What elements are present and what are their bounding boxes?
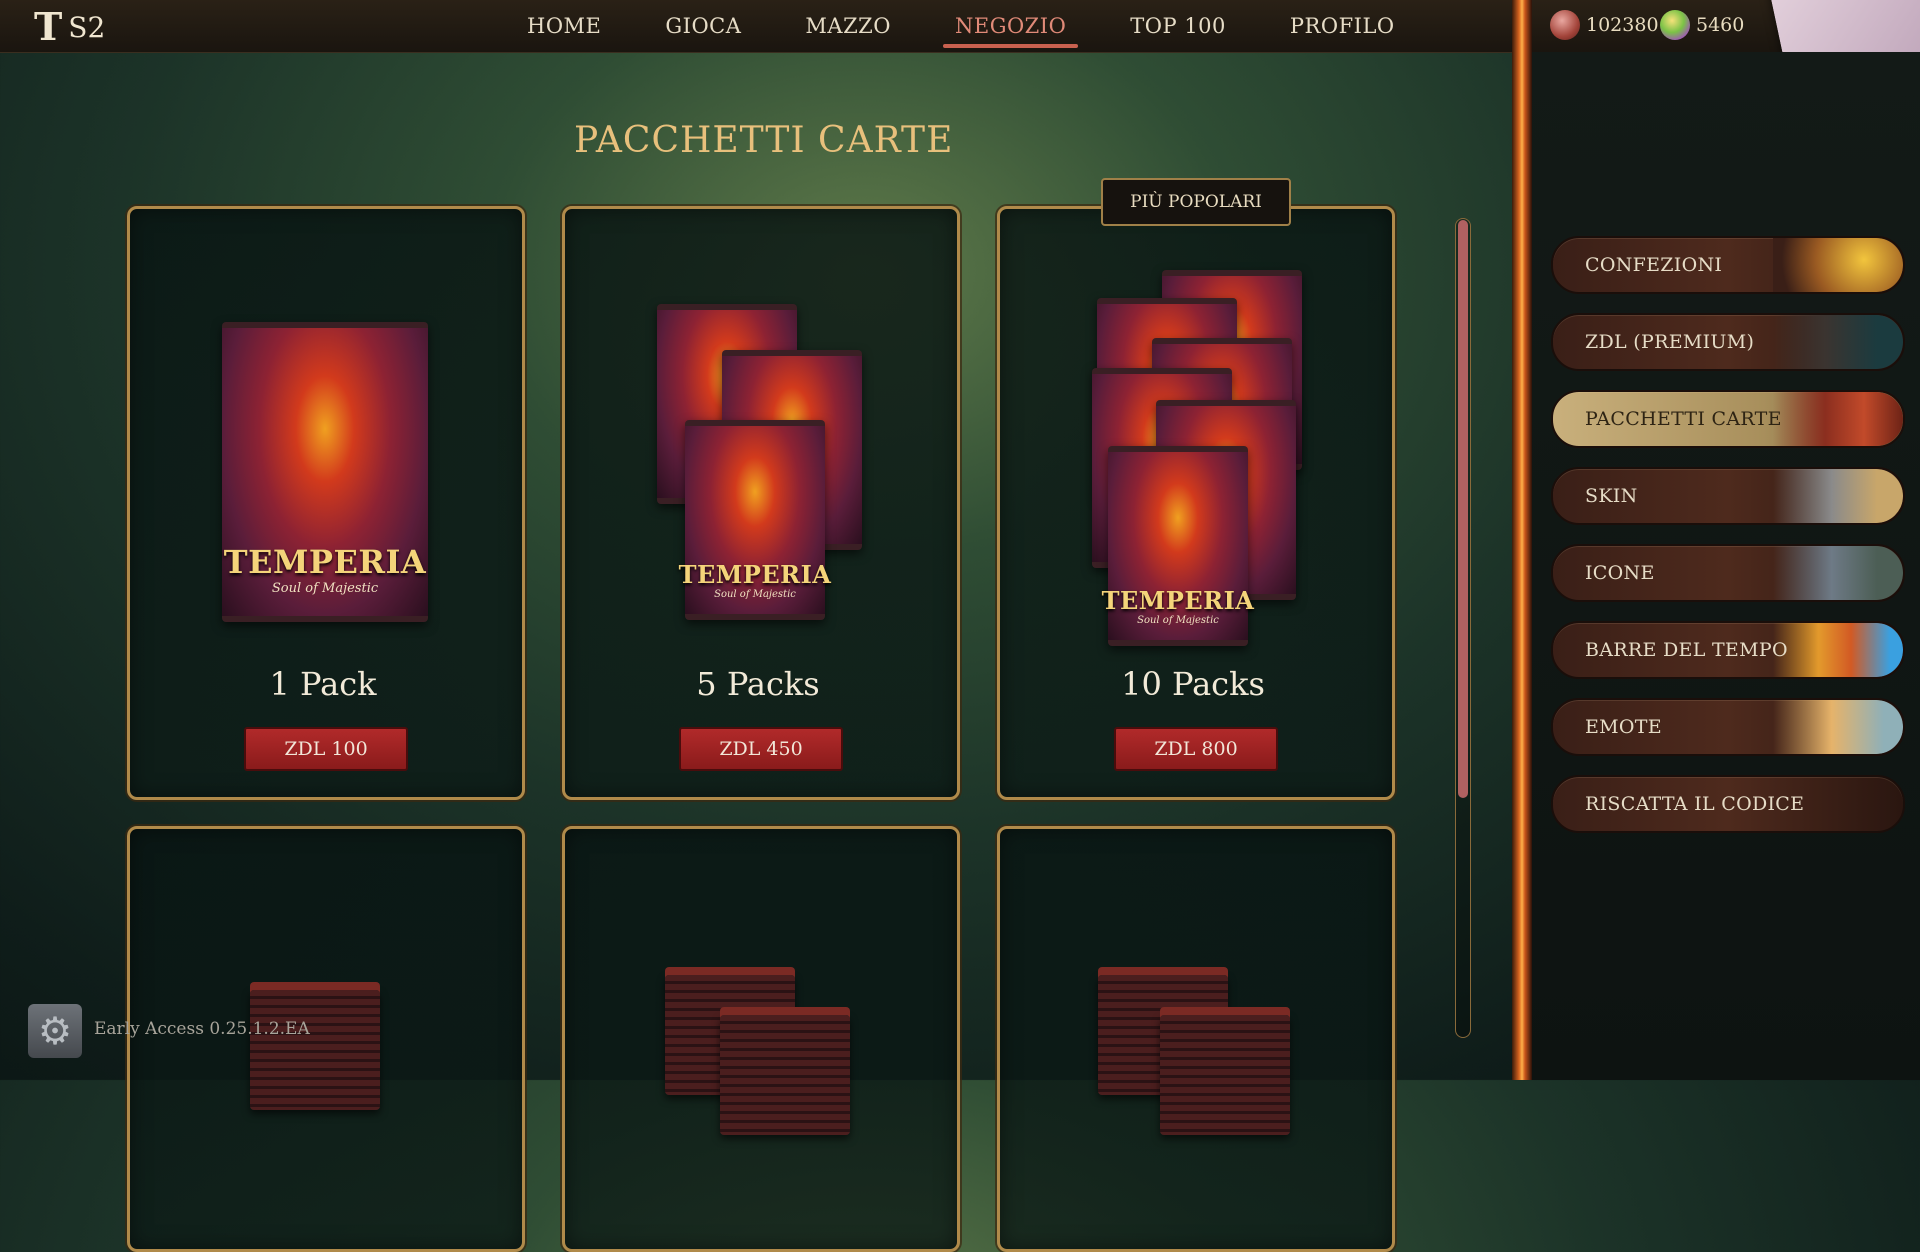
sidebar-item-pacchetti-carte[interactable]: PACCHETTI CARTE [1551,390,1905,448]
card-pack-art: TEMPERIA Soul of Majestic [1102,446,1254,646]
nav-mazzo[interactable]: MAZZO [773,0,923,52]
premium-thumbnail [1773,315,1903,369]
gold-currency: 102380 [1550,10,1659,40]
game-logo: T S2 [34,8,105,46]
icons-thumbnail [1773,546,1903,600]
nav-top100[interactable]: TOP 100 [1098,0,1258,52]
emote-thumbnail [1773,700,1903,754]
sidebar-item-label: RISCATTA IL CODICE [1585,793,1805,815]
pack-subtitle: Soul of Majestic [1137,615,1219,626]
offer-name: 5 Packs [696,665,820,703]
card-pack-art: TEMPERIA Soul of Majestic [222,322,428,622]
pack-stack-art [720,1015,850,1135]
sidebar-item-label: BARRE DEL TEMPO [1585,639,1788,661]
sidebar-item-label: CONFEZIONI [1585,254,1723,276]
sidebar-item-label: ZDL (PREMIUM) [1585,331,1755,353]
scrollbar-thumb[interactable] [1458,220,1468,798]
nav-negozio[interactable]: NEGOZIO [923,0,1098,52]
fire-divider [1512,0,1532,1080]
sidebar-item-icone[interactable]: ICONE [1551,544,1905,602]
pack-title: TEMPERIA [223,543,427,581]
card-pack-art: TEMPERIA Soul of Majestic [679,420,831,620]
gold-coin-icon [1550,10,1580,40]
pack-currency: x29 [1749,0,1920,190]
top-bar: T S2 HOME GIOCA MAZZO NEGOZIO TOP 100 PR… [0,0,1920,190]
gem-currency: 5460 [1660,10,1744,40]
offer-name: 10 Packs [1121,665,1265,703]
nav-gioca[interactable]: GIOCA [633,0,773,52]
offer-name: 1 Pack [269,665,377,703]
buy-1-pack-button[interactable]: ZDL 100 [244,727,408,771]
sidebar-item-label: EMOTE [1585,716,1662,738]
nav-home[interactable]: HOME [495,0,633,52]
sidebar-item-emote[interactable]: EMOTE [1551,698,1905,756]
buy-10-packs-button[interactable]: ZDL 800 [1114,727,1278,771]
timebar-thumbnail [1773,623,1903,677]
nav-profilo[interactable]: PROFILO [1258,0,1427,52]
sidebar-item-label: ICONE [1585,562,1655,584]
main-nav: HOME GIOCA MAZZO NEGOZIO TOP 100 PROFILO [495,0,1427,52]
page-title: PACCHETTI CARTE [574,120,954,161]
most-popular-badge: PIÙ POPOLARI [1101,178,1291,226]
pack-title: TEMPERIA [678,560,832,589]
skin-thumbnail [1773,469,1903,523]
pack-subtitle: Soul of Majestic [714,589,796,600]
pack-subtitle: Soul of Majestic [271,581,379,596]
pack-stack-art [1160,1015,1290,1135]
sidebar-item-skin[interactable]: SKIN [1551,467,1905,525]
pack-stack-art [250,990,380,1110]
pack-title: TEMPERIA [1101,586,1255,615]
bundle-thumbnail [1773,238,1903,292]
gold-amount: 102380 [1586,14,1659,36]
gem-icon [1660,10,1690,40]
sidebar-item-label: PACCHETTI CARTE [1585,408,1782,430]
version-label: Early Access 0.25.1.2.EA [94,1019,310,1039]
logo-icon: T [34,4,63,49]
sidebar-item-label: SKIN [1585,485,1638,507]
gem-amount: 5460 [1696,14,1745,36]
buy-5-packs-button[interactable]: ZDL 450 [679,727,843,771]
sidebar-item-riscatta-codice[interactable]: RISCATTA IL CODICE [1551,775,1905,833]
gear-icon: ⚙ [37,1009,73,1053]
season-label: S2 [68,10,106,44]
sidebar-item-confezioni[interactable]: CONFEZIONI [1551,236,1905,294]
sidebar-item-barre-del-tempo[interactable]: BARRE DEL TEMPO [1551,621,1905,679]
card-packs-thumbnail [1773,392,1903,446]
settings-button[interactable]: ⚙ [28,1004,82,1058]
sidebar-item-zdl-premium[interactable]: ZDL (PREMIUM) [1551,313,1905,371]
